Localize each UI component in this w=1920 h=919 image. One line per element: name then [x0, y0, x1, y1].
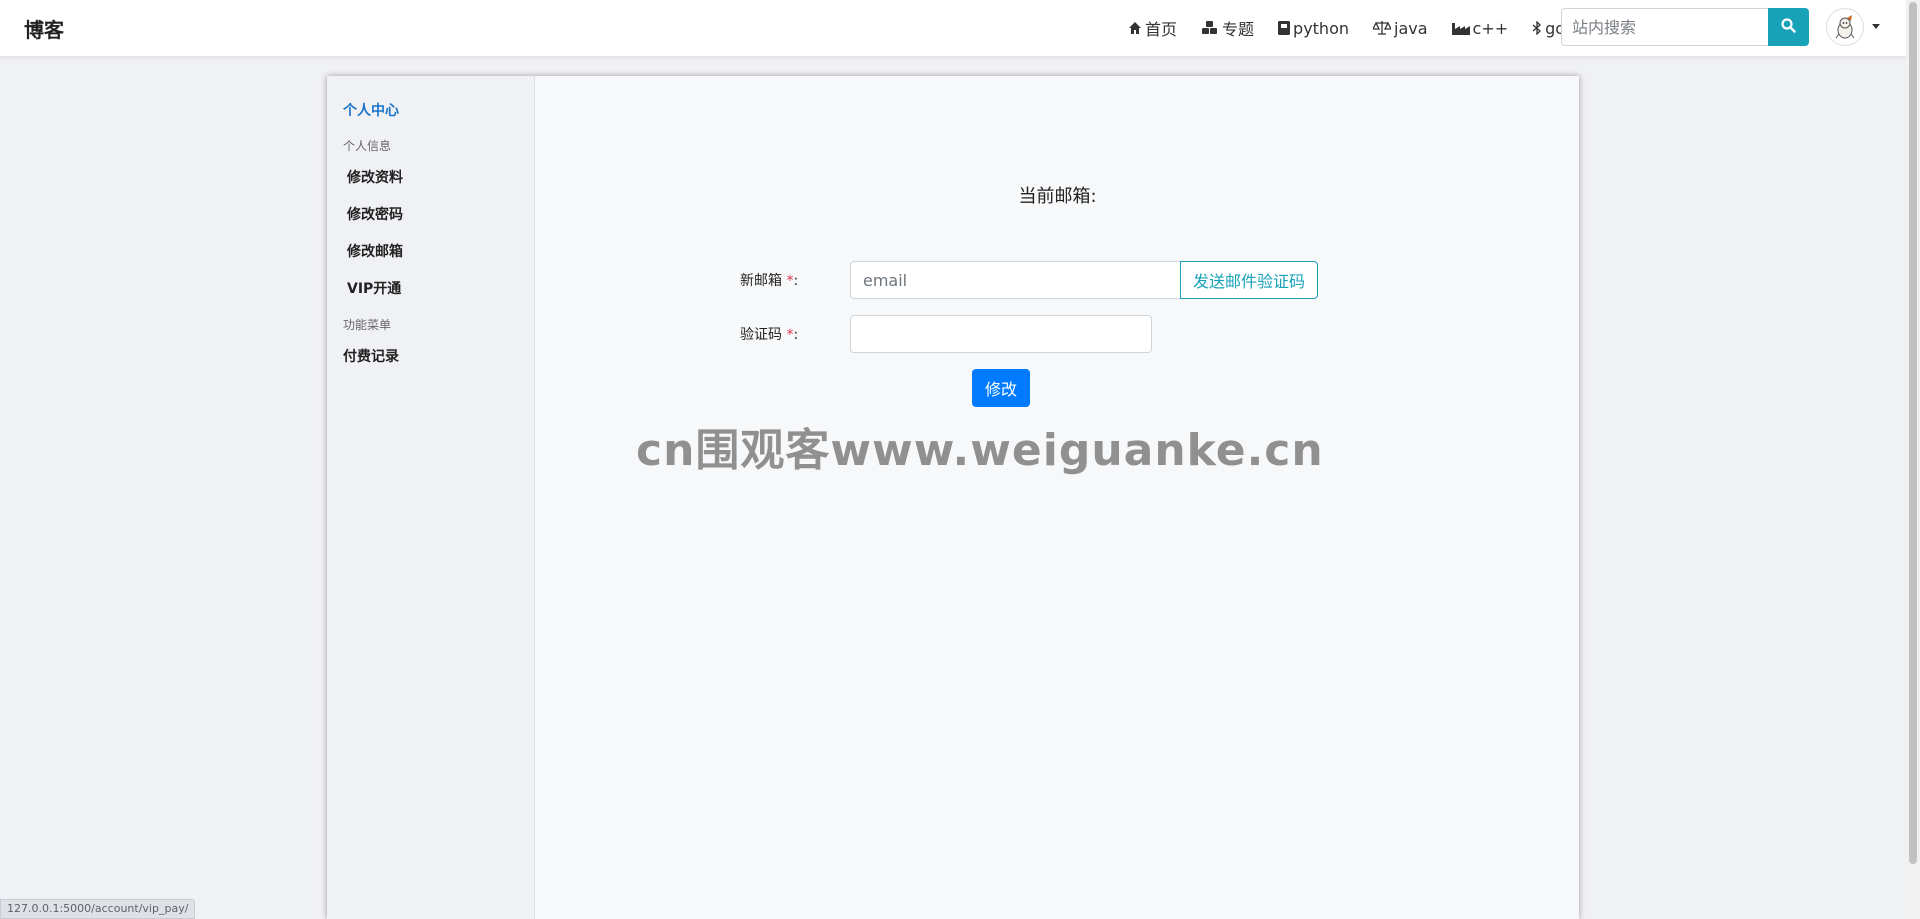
search-input[interactable] — [1561, 8, 1769, 46]
verification-code-label-text: 验证码 — [740, 327, 782, 343]
brand-logo[interactable]: 博客 — [24, 14, 64, 43]
sidebar-group-personal-info: 个人信息 — [343, 139, 392, 153]
new-email-input[interactable] — [850, 261, 1181, 299]
verification-code-input[interactable] — [850, 315, 1152, 353]
industry-icon — [1451, 21, 1470, 35]
search-icon — [1781, 18, 1796, 36]
top-navbar: 博客 首页 专题 python java c++ go 站内搜索 — [0, 0, 1906, 56]
nav-item-label: c++ — [1472, 18, 1509, 38]
nav-item-python[interactable]: python — [1278, 19, 1349, 38]
cubes-icon — [1201, 21, 1219, 35]
sidebar-item-vip[interactable]: VIP开通 — [347, 278, 401, 298]
sidebar-item-edit-profile[interactable]: 修改资料 — [347, 167, 403, 187]
sidebar-item-change-password[interactable]: 修改密码 — [347, 204, 403, 224]
search-box — [1561, 8, 1769, 46]
book-icon — [1278, 21, 1291, 35]
sidebar-group-functions: 功能菜单 — [343, 318, 392, 332]
nav-item-home[interactable]: 首页 — [1128, 16, 1177, 40]
label-suffix: : — [793, 327, 799, 343]
nav-item-label: java — [1394, 18, 1428, 38]
page-scrollbar[interactable] — [1906, 0, 1920, 919]
nav-item-java[interactable]: java — [1373, 19, 1428, 38]
account-card: 个人中心 个人信息 修改资料 修改密码 修改邮箱 VIP开通 功能菜单 付费记录… — [327, 76, 1579, 919]
nav-menu: 首页 专题 python java c++ go — [1128, 0, 1589, 56]
balance-scale-icon — [1373, 21, 1391, 35]
scrollbar-thumb[interactable] — [1909, 2, 1917, 864]
change-email-panel: 当前邮箱: 新邮箱 *: 发送邮件验证码 验证码 *: 修改 — [536, 76, 1579, 919]
nav-item-topics[interactable]: 专题 — [1201, 16, 1254, 40]
new-email-label-text: 新邮箱 — [740, 273, 782, 289]
new-email-label: 新邮箱 *: — [740, 270, 798, 290]
home-icon — [1128, 21, 1142, 35]
chevron-down-icon[interactable] — [1872, 24, 1880, 29]
account-sidebar: 个人中心 个人信息 修改资料 修改密码 修改邮箱 VIP开通 功能菜单 付费记录 — [327, 76, 535, 919]
user-avatar-icon — [1835, 15, 1855, 39]
site-watermark: cn围观客www.weiguanke.cn — [636, 425, 1324, 476]
nav-item-label: 专题 — [1222, 20, 1255, 39]
nav-item-label: python — [1293, 18, 1349, 38]
sidebar-item-change-email[interactable]: 修改邮箱 — [347, 241, 403, 261]
verification-code-label: 验证码 *: — [740, 324, 798, 344]
current-email-label: 当前邮箱: — [1018, 186, 1097, 207]
label-suffix: : — [793, 273, 799, 289]
nav-item-cpp[interactable]: c++ — [1451, 18, 1509, 38]
status-bar-url: 127.0.0.1:5000/account/vip_pay/ — [0, 899, 196, 919]
nav-item-label: 首页 — [1145, 20, 1178, 39]
send-verification-code-button[interactable]: 发送邮件验证码 — [1180, 261, 1318, 299]
avatar[interactable] — [1826, 8, 1864, 46]
submit-change-button[interactable]: 修改 — [972, 369, 1030, 407]
sidebar-item-payment-records[interactable]: 付费记录 — [343, 346, 399, 366]
sidebar-title-personal-center[interactable]: 个人中心 — [343, 100, 399, 120]
search-button[interactable] — [1768, 8, 1809, 46]
bluetooth-icon — [1532, 21, 1542, 35]
